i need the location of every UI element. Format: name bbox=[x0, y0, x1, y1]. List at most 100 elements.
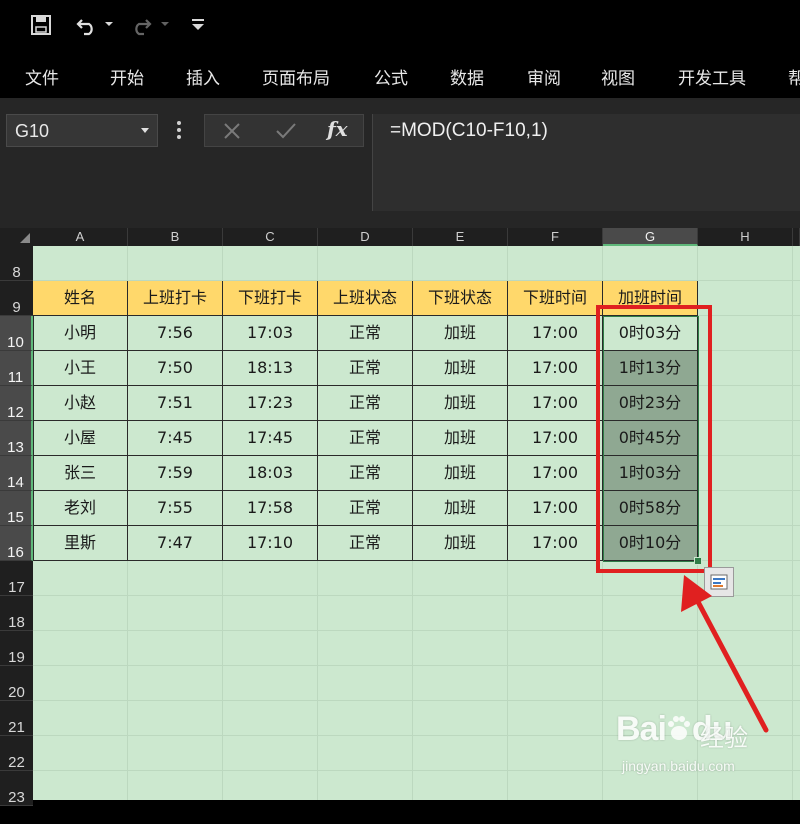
column-title-off-time[interactable]: 下班时间 bbox=[508, 281, 603, 316]
cell-clock-in[interactable]: 7:56 bbox=[128, 316, 223, 351]
tab-developer[interactable]: 开发工具 bbox=[678, 64, 746, 89]
cell-off-time[interactable]: 17:00 bbox=[508, 456, 603, 491]
tab-formulas[interactable]: 公式 bbox=[374, 64, 408, 89]
cell-out-status[interactable]: 加班 bbox=[413, 316, 508, 351]
cell-clock-out[interactable]: 17:03 bbox=[223, 316, 318, 351]
tab-data[interactable]: 数据 bbox=[450, 64, 484, 89]
cell-off-time[interactable]: 17:00 bbox=[508, 351, 603, 386]
column-title-name[interactable]: 姓名 bbox=[33, 281, 128, 316]
redo-icon[interactable] bbox=[130, 14, 152, 36]
cell-off-time[interactable]: 17:00 bbox=[508, 526, 603, 561]
tab-insert[interactable]: 插入 bbox=[186, 64, 220, 89]
undo-icon[interactable] bbox=[76, 14, 98, 36]
insert-function-icon[interactable]: fx bbox=[327, 117, 348, 141]
column-header-i[interactable] bbox=[793, 228, 800, 246]
cell-in-status[interactable]: 正常 bbox=[318, 386, 413, 421]
row-header-17[interactable]: 17 bbox=[0, 561, 33, 596]
column-title-in-status[interactable]: 上班状态 bbox=[318, 281, 413, 316]
column-header-c[interactable]: C bbox=[223, 228, 318, 246]
row-header-19[interactable]: 19 bbox=[0, 631, 33, 666]
column-header-h[interactable]: H bbox=[698, 228, 793, 246]
cell-off-time[interactable]: 17:00 bbox=[508, 386, 603, 421]
cell-name[interactable]: 小明 bbox=[33, 316, 128, 351]
column-title-clock-out[interactable]: 下班打卡 bbox=[223, 281, 318, 316]
cell-clock-in[interactable]: 7:59 bbox=[128, 456, 223, 491]
column-header-e[interactable]: E bbox=[413, 228, 508, 246]
save-icon[interactable] bbox=[30, 14, 52, 36]
row-header-9[interactable]: 9 bbox=[0, 281, 33, 316]
column-title-clock-in[interactable]: 上班打卡 bbox=[128, 281, 223, 316]
row-header-11[interactable]: 11 bbox=[0, 351, 33, 386]
row-header-14[interactable]: 14 bbox=[0, 456, 33, 491]
formula-text: =MOD(C10-F10,1) bbox=[390, 120, 548, 141]
cell-off-time[interactable]: 17:00 bbox=[508, 421, 603, 456]
row-header-16[interactable]: 16 bbox=[0, 526, 33, 561]
cell-clock-out[interactable]: 18:03 bbox=[223, 456, 318, 491]
cell-off-time[interactable]: 17:00 bbox=[508, 316, 603, 351]
gridline-row bbox=[33, 700, 800, 701]
cell-in-status[interactable]: 正常 bbox=[318, 421, 413, 456]
cell-out-status[interactable]: 加班 bbox=[413, 386, 508, 421]
column-header-f[interactable]: F bbox=[508, 228, 603, 246]
row-header-20[interactable]: 20 bbox=[0, 666, 33, 701]
column-header-d[interactable]: D bbox=[318, 228, 413, 246]
cell-out-status[interactable]: 加班 bbox=[413, 351, 508, 386]
customize-toolbar-icon[interactable] bbox=[190, 16, 206, 32]
cell-in-status[interactable]: 正常 bbox=[318, 491, 413, 526]
cell-in-status[interactable]: 正常 bbox=[318, 526, 413, 561]
cell-clock-out[interactable]: 17:58 bbox=[223, 491, 318, 526]
cell-clock-out[interactable]: 17:23 bbox=[223, 386, 318, 421]
formula-input[interactable]: =MOD(C10-F10,1) bbox=[372, 114, 800, 211]
column-header-a[interactable]: A bbox=[33, 228, 128, 246]
cell-clock-in[interactable]: 7:47 bbox=[128, 526, 223, 561]
row-header-15[interactable]: 15 bbox=[0, 491, 33, 526]
cell-clock-out[interactable]: 18:13 bbox=[223, 351, 318, 386]
row-header-12[interactable]: 12 bbox=[0, 386, 33, 421]
name-box[interactable]: G10 bbox=[6, 114, 158, 147]
row-header-23[interactable]: 23 bbox=[0, 771, 33, 806]
cell-clock-in[interactable]: 7:55 bbox=[128, 491, 223, 526]
cell-clock-in[interactable]: 7:50 bbox=[128, 351, 223, 386]
column-title-out-status[interactable]: 下班状态 bbox=[413, 281, 508, 316]
cell-clock-in[interactable]: 7:51 bbox=[128, 386, 223, 421]
row-header-22[interactable]: 22 bbox=[0, 736, 33, 771]
cell-out-status[interactable]: 加班 bbox=[413, 456, 508, 491]
tab-help[interactable]: 帮 bbox=[788, 64, 800, 89]
tab-view[interactable]: 视图 bbox=[601, 64, 635, 89]
undo-dropdown-icon[interactable] bbox=[104, 16, 114, 30]
column-header-g[interactable]: G bbox=[603, 228, 698, 246]
row-header-13[interactable]: 13 bbox=[0, 421, 33, 456]
cell-name[interactable]: 小赵 bbox=[33, 386, 128, 421]
row-header-8[interactable]: 8 bbox=[0, 246, 33, 281]
tab-review[interactable]: 审阅 bbox=[527, 64, 561, 89]
cell-out-status[interactable]: 加班 bbox=[413, 421, 508, 456]
row-header-10[interactable]: 10 bbox=[0, 316, 33, 351]
cell-in-status[interactable]: 正常 bbox=[318, 316, 413, 351]
cancel-icon[interactable] bbox=[223, 122, 241, 140]
tab-file[interactable]: 文件 bbox=[25, 64, 59, 89]
quick-analysis-button[interactable] bbox=[704, 567, 734, 597]
more-options-icon[interactable] bbox=[177, 120, 181, 140]
cell-in-status[interactable]: 正常 bbox=[318, 456, 413, 491]
row-header-18[interactable]: 18 bbox=[0, 596, 33, 631]
tab-home[interactable]: 开始 bbox=[110, 64, 144, 89]
cell-in-status[interactable]: 正常 bbox=[318, 351, 413, 386]
cell-name[interactable]: 张三 bbox=[33, 456, 128, 491]
chevron-down-icon[interactable] bbox=[141, 128, 149, 133]
check-icon[interactable] bbox=[275, 122, 297, 140]
cell-name[interactable]: 小屋 bbox=[33, 421, 128, 456]
cell-name[interactable]: 里斯 bbox=[33, 526, 128, 561]
column-header-b[interactable]: B bbox=[128, 228, 223, 246]
row-header-21[interactable]: 21 bbox=[0, 701, 33, 736]
tab-page-layout[interactable]: 页面布局 bbox=[262, 64, 330, 89]
cell-clock-out[interactable]: 17:10 bbox=[223, 526, 318, 561]
cell-name[interactable]: 老刘 bbox=[33, 491, 128, 526]
cell-off-time[interactable]: 17:00 bbox=[508, 491, 603, 526]
cell-name[interactable]: 小王 bbox=[33, 351, 128, 386]
cell-out-status[interactable]: 加班 bbox=[413, 526, 508, 561]
cell-clock-in[interactable]: 7:45 bbox=[128, 421, 223, 456]
cell-out-status[interactable]: 加班 bbox=[413, 491, 508, 526]
select-all-corner[interactable] bbox=[0, 228, 33, 246]
redo-dropdown-icon[interactable] bbox=[160, 16, 170, 30]
cell-clock-out[interactable]: 17:45 bbox=[223, 421, 318, 456]
